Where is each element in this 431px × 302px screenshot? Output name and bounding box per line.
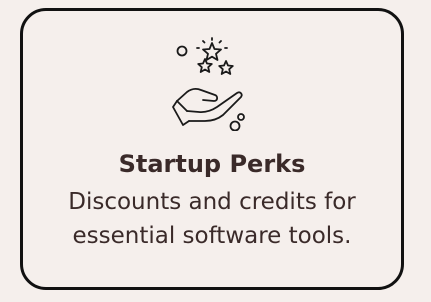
card-description: Discounts and credits for essential soft… bbox=[68, 189, 356, 249]
startup-perks-card[interactable]: Startup Perks Discounts and credits for … bbox=[20, 8, 404, 290]
hand-with-stars-icon bbox=[167, 37, 257, 131]
card-title: Startup Perks bbox=[118, 150, 306, 178]
